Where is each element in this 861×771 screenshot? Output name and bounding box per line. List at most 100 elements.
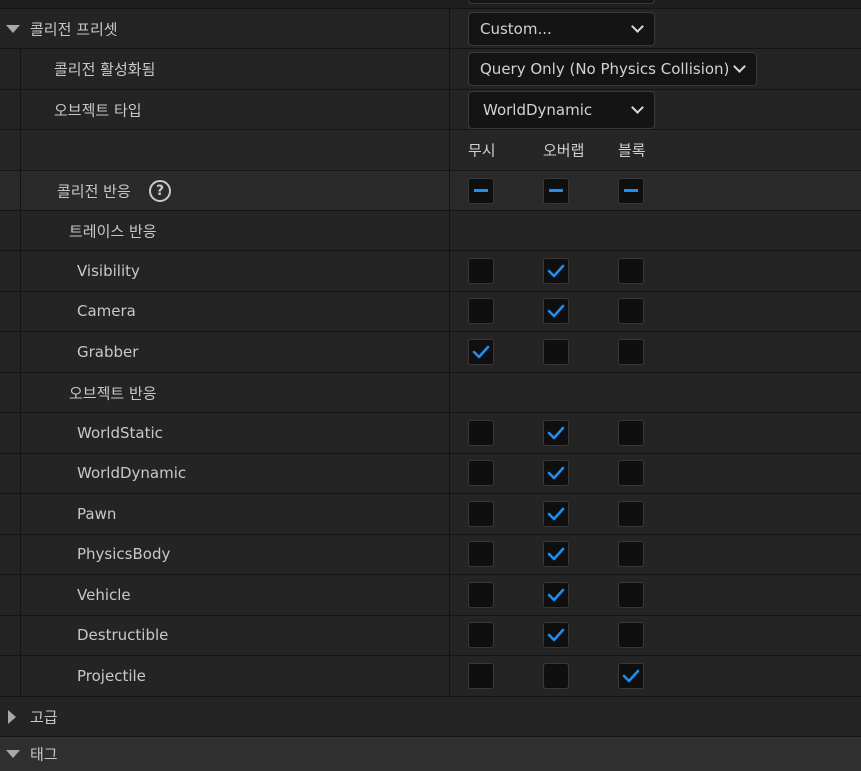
- overlap-checkbox[interactable]: [543, 338, 569, 365]
- ignore-checkbox[interactable]: [468, 419, 494, 446]
- response-row: Pawn: [0, 493, 861, 534]
- block-checkbox[interactable]: [618, 338, 644, 365]
- response-row: Camera: [0, 290, 861, 331]
- minus-icon: [549, 188, 563, 192]
- block-checkbox[interactable]: [618, 581, 644, 608]
- ignore-checkbox[interactable]: [468, 338, 494, 365]
- chevron-down-icon: [631, 100, 644, 114]
- advanced-row[interactable]: 고급: [0, 696, 861, 736]
- ignore-checkbox[interactable]: [468, 541, 494, 568]
- overlap-checkbox[interactable]: [543, 581, 569, 608]
- responses-ignore-all-checkbox[interactable]: [468, 177, 494, 204]
- previous-combo-box: [468, 0, 655, 4]
- block-checkbox[interactable]: [618, 662, 644, 689]
- object-type-label: 오브젝트 타입: [54, 101, 142, 119]
- tags-label: 태그: [30, 745, 58, 764]
- column-block-header: 블록: [618, 141, 646, 160]
- response-row: WorldStatic: [0, 412, 861, 453]
- ignore-checkbox[interactable]: [468, 662, 494, 689]
- column-header-row: 무시 오버랩 블록: [0, 129, 861, 170]
- collision-responses-label: 콜리전 반응: [57, 182, 131, 200]
- collision-enabled-label: 콜리전 활성화됨: [54, 60, 156, 79]
- block-checkbox[interactable]: [618, 460, 644, 487]
- block-checkbox[interactable]: [618, 298, 644, 325]
- checkmark-icon: [547, 628, 565, 642]
- collision-enabled-value: Query Only (No Physics Collision): [480, 60, 730, 78]
- response-row: Grabber: [0, 331, 861, 372]
- response-channel-label: WorldDynamic: [77, 464, 187, 483]
- response-row: Projectile: [0, 655, 861, 696]
- response-channel-label: Projectile: [77, 666, 146, 685]
- checkmark-icon: [547, 547, 565, 561]
- block-checkbox[interactable]: [618, 257, 644, 284]
- checkmark-icon: [547, 304, 565, 318]
- ignore-checkbox[interactable]: [468, 622, 494, 649]
- chevron-down-icon: [733, 60, 746, 73]
- object-responses-label: 오브젝트 반응: [69, 384, 157, 402]
- trace-responses-row: 트레이스 반응: [0, 210, 861, 250]
- responses-overlap-all-checkbox[interactable]: [543, 177, 569, 204]
- collision-preset-label: 콜리전 프리셋: [30, 20, 118, 38]
- object-responses-row: 오브젝트 반응: [0, 372, 861, 412]
- responses-block-all-checkbox[interactable]: [618, 177, 644, 204]
- response-channel-label: WorldStatic: [77, 423, 163, 442]
- block-checkbox[interactable]: [618, 500, 644, 527]
- response-channel-label: Destructible: [77, 626, 169, 645]
- checkmark-icon: [547, 588, 565, 602]
- minus-icon: [624, 188, 638, 192]
- ignore-checkbox[interactable]: [468, 257, 494, 284]
- collapse-arrow-icon[interactable]: [6, 750, 20, 758]
- response-channel-label: PhysicsBody: [77, 545, 171, 564]
- object-type-row: 오브젝트 타입 WorldDynamic: [0, 89, 861, 129]
- response-row: Destructible: [0, 614, 861, 655]
- collision-preset-value: Custom...: [480, 19, 552, 38]
- collapse-arrow-icon[interactable]: [6, 24, 20, 33]
- advanced-label: 고급: [30, 708, 58, 726]
- collision-enabled-row: 콜리전 활성화됨 Query Only (No Physics Collisio…: [0, 48, 861, 89]
- block-checkbox[interactable]: [618, 541, 644, 568]
- ignore-checkbox[interactable]: [468, 298, 494, 325]
- object-type-dropdown[interactable]: WorldDynamic: [468, 90, 655, 129]
- column-overlap-header: 오버랩: [543, 141, 585, 160]
- collision-preset-dropdown[interactable]: Custom...: [468, 11, 655, 46]
- checkmark-icon: [547, 507, 565, 521]
- overlap-checkbox[interactable]: [543, 460, 569, 487]
- collision-preset-row: 콜리전 프리셋 Custom...: [0, 8, 861, 48]
- expand-arrow-icon[interactable]: [8, 709, 16, 724]
- overlap-checkbox[interactable]: [543, 500, 569, 527]
- overlap-checkbox[interactable]: [543, 257, 569, 284]
- checkmark-icon: [547, 264, 565, 278]
- collision-responses-row: 콜리전 반응 ?: [0, 170, 861, 210]
- trace-responses-label: 트레이스 반응: [69, 222, 157, 240]
- response-row: Vehicle: [0, 574, 861, 615]
- response-channel-label: Camera: [77, 302, 136, 321]
- checkmark-icon: [472, 345, 490, 359]
- response-row: Visibility: [0, 250, 861, 291]
- chevron-down-icon: [631, 19, 644, 33]
- response-row: PhysicsBody: [0, 533, 861, 574]
- object-type-value: WorldDynamic: [483, 100, 593, 119]
- response-channel-label: Visibility: [77, 261, 140, 280]
- overlap-checkbox[interactable]: [543, 419, 569, 446]
- checkmark-icon: [622, 669, 640, 683]
- column-ignore-header: 무시: [468, 141, 496, 160]
- overlap-checkbox[interactable]: [543, 662, 569, 689]
- ignore-checkbox[interactable]: [468, 581, 494, 608]
- checkmark-icon: [547, 466, 565, 480]
- ignore-checkbox[interactable]: [468, 500, 494, 527]
- overlap-checkbox[interactable]: [543, 622, 569, 649]
- tags-row[interactable]: 태그: [0, 736, 861, 771]
- overlap-checkbox[interactable]: [543, 541, 569, 568]
- block-checkbox[interactable]: [618, 419, 644, 446]
- response-channel-label: Vehicle: [77, 585, 131, 604]
- overlap-checkbox[interactable]: [543, 298, 569, 325]
- minus-icon: [474, 188, 488, 192]
- response-channel-label: Grabber: [77, 342, 139, 361]
- ignore-checkbox[interactable]: [468, 460, 494, 487]
- response-row: WorldDynamic: [0, 452, 861, 493]
- block-checkbox[interactable]: [618, 622, 644, 649]
- checkmark-icon: [547, 426, 565, 440]
- help-icon[interactable]: ?: [149, 179, 171, 202]
- collision-enabled-dropdown[interactable]: Query Only (No Physics Collision): [468, 52, 757, 86]
- response-channel-label: Pawn: [77, 504, 117, 523]
